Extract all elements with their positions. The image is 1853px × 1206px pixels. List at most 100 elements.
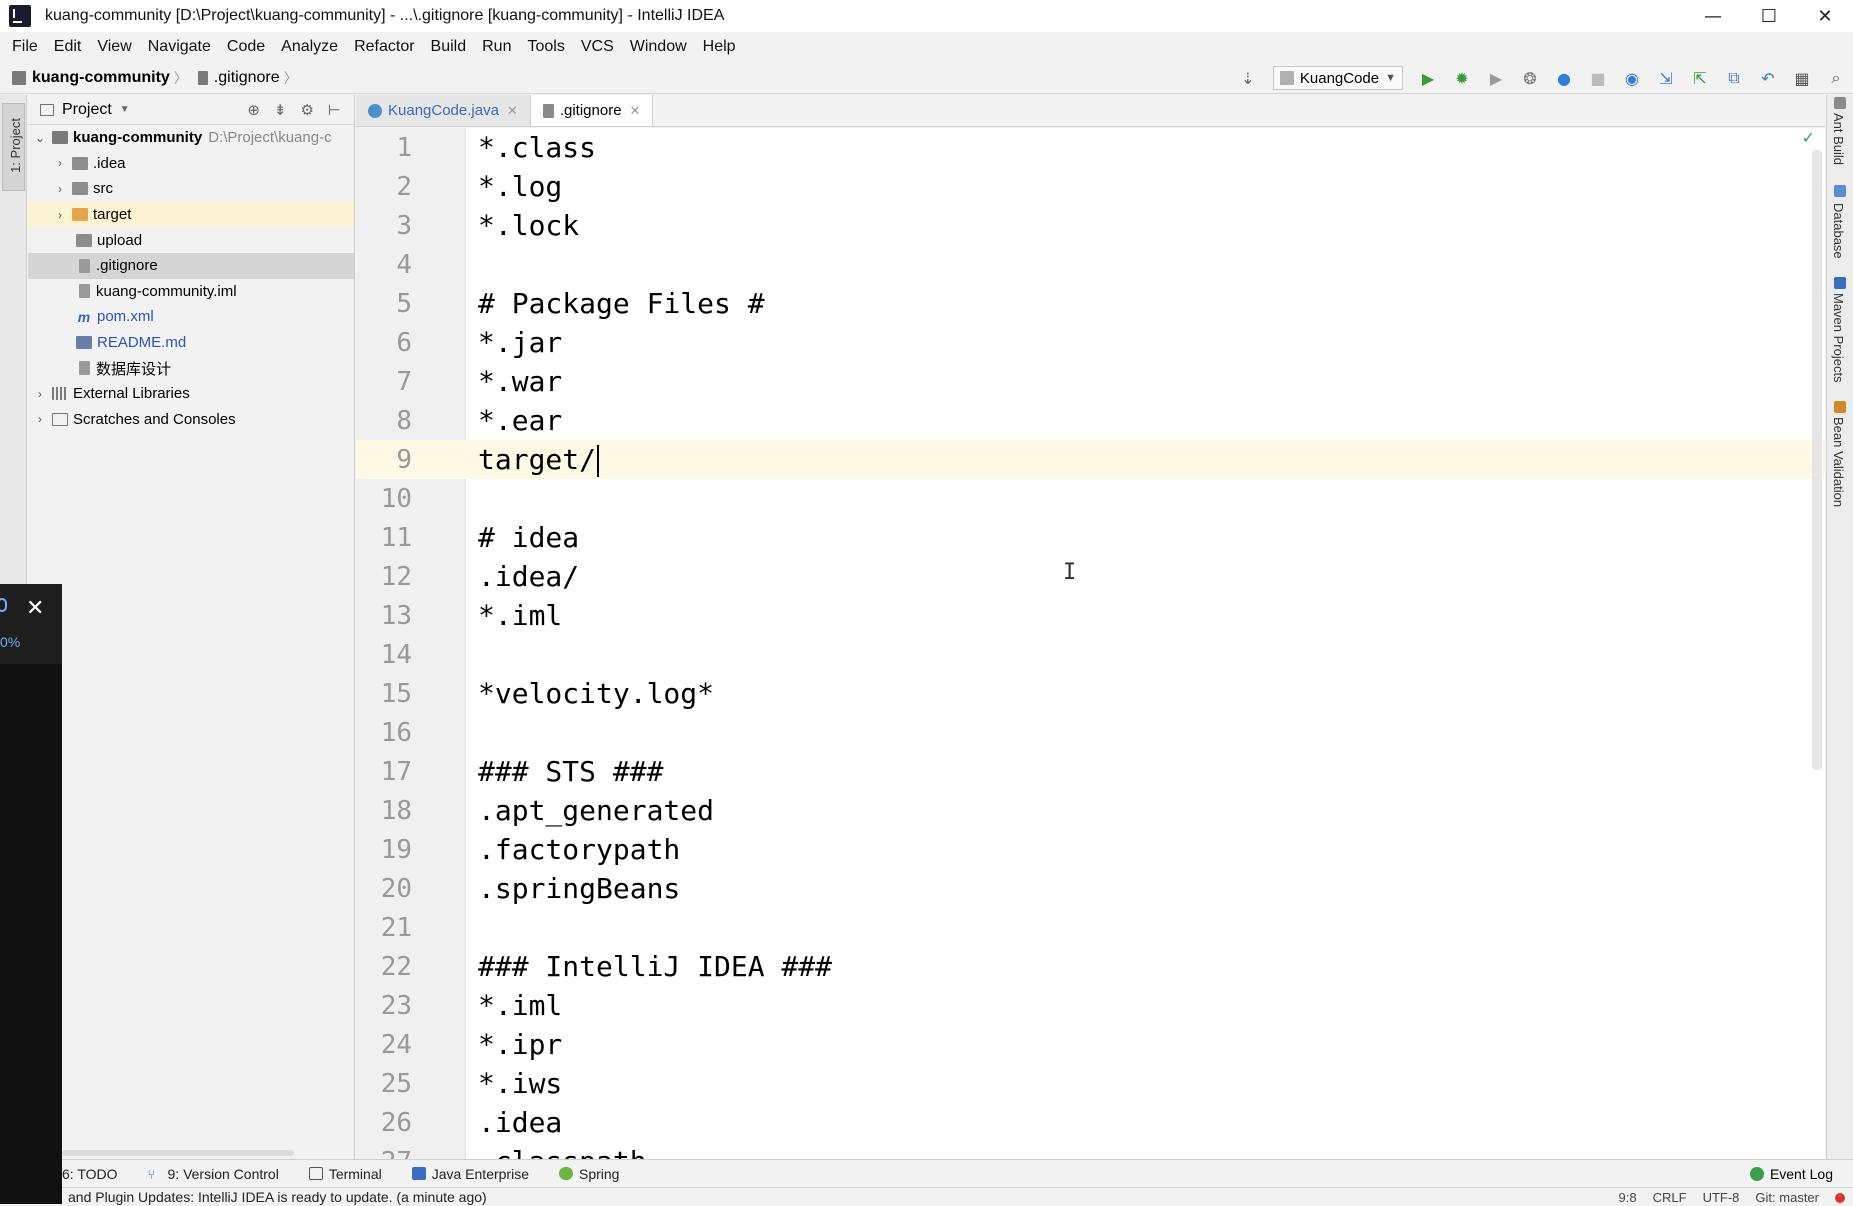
line-text[interactable]: ### IntelliJ IDEA ###: [478, 950, 832, 983]
file-encoding[interactable]: UTF-8: [1703, 1190, 1740, 1205]
code-line[interactable]: 3 *.lock: [356, 206, 1825, 245]
line-text[interactable]: *.ear: [478, 404, 562, 437]
menu-edit[interactable]: Edit: [46, 38, 90, 56]
close-icon[interactable]: ✕: [630, 103, 641, 119]
menu-view[interactable]: View: [89, 38, 139, 56]
run-icon[interactable]: ▶: [1417, 67, 1439, 89]
breadcrumb-project[interactable]: kuang-community: [32, 69, 170, 87]
vcs-update-icon[interactable]: ⇲: [1655, 67, 1677, 89]
stop-icon[interactable]: ■: [1587, 67, 1609, 89]
code-line[interactable]: 4: [356, 245, 1825, 284]
vcs-commit-icon[interactable]: ⇱: [1689, 67, 1711, 89]
code-line[interactable]: 11 # idea: [356, 518, 1825, 557]
run-coverage-icon[interactable]: ▶: [1485, 67, 1507, 89]
git-branch[interactable]: Git: master: [1755, 1190, 1819, 1205]
menu-run[interactable]: Run: [474, 38, 519, 56]
tree-node-upload[interactable]: upload: [28, 227, 354, 253]
menu-analyze[interactable]: Analyze: [273, 38, 346, 56]
tree-node-target[interactable]: › target: [28, 201, 354, 228]
code-line[interactable]: 17 ### STS ###: [356, 752, 1825, 791]
event-log-button[interactable]: Event Log: [1749, 1160, 1833, 1188]
popup-close-button[interactable]: ✕: [26, 596, 44, 621]
error-indicator-icon[interactable]: [1835, 1192, 1845, 1203]
line-text[interactable]: *.iml: [478, 599, 562, 632]
spring-tool-button[interactable]: Spring: [559, 1166, 619, 1182]
ant-build-tab[interactable]: Ant Build: [1831, 113, 1846, 165]
code-line[interactable]: 23 *.iml: [356, 986, 1825, 1025]
code-line[interactable]: 6 *.jar: [356, 323, 1825, 362]
chevron-right-icon[interactable]: ›: [52, 208, 68, 222]
todo-tool-button[interactable]: 6: TODO: [62, 1166, 118, 1182]
line-text[interactable]: .factorypath: [478, 833, 680, 866]
debug-icon[interactable]: ✹: [1451, 67, 1473, 89]
tree-node-external-libraries[interactable]: › External Libraries: [28, 381, 354, 407]
terminal-tool-button[interactable]: Terminal: [308, 1166, 382, 1182]
line-text[interactable]: *.log: [478, 170, 562, 203]
tree-node-kuang-community[interactable]: ⌄ kuang-community D:\Project\kuang-c: [28, 125, 354, 151]
line-text[interactable]: *.iml: [478, 989, 562, 1022]
line-separator[interactable]: CRLF: [1653, 1190, 1687, 1205]
line-text[interactable]: .apt_generated: [478, 794, 714, 827]
code-line[interactable]: 14: [356, 635, 1825, 674]
project-tool-tab[interactable]: 1: Project: [2, 103, 25, 191]
line-text[interactable]: # idea: [478, 521, 579, 554]
close-icon[interactable]: ✕: [507, 103, 518, 119]
minimize-button[interactable]: —: [1685, 0, 1741, 32]
tree-node-pom[interactable]: m pom.xml: [28, 304, 354, 330]
tab-kuangcode-java[interactable]: KuangCode.java ✕: [356, 95, 531, 126]
chevron-right-icon[interactable]: ›: [52, 182, 68, 196]
chevron-right-icon[interactable]: ›: [52, 156, 68, 170]
project-structure-icon[interactable]: ▦: [1791, 67, 1813, 89]
chevron-down-icon[interactable]: ⌄: [32, 131, 48, 145]
menu-code[interactable]: Code: [219, 38, 273, 56]
line-text[interactable]: .springBeans: [478, 872, 680, 905]
line-text[interactable]: *.jar: [478, 326, 562, 359]
inspection-ok-icon[interactable]: ✓: [1802, 128, 1815, 147]
tree-node-scratches[interactable]: › Scratches and Consoles: [28, 407, 354, 433]
code-line[interactable]: 5 # Package Files #: [356, 284, 1825, 323]
menu-help[interactable]: Help: [695, 38, 744, 56]
horizontal-scrollbar[interactable]: [62, 1150, 294, 1156]
code-line[interactable]: 18 .apt_generated: [356, 791, 1825, 830]
tree-node-src[interactable]: › src: [28, 176, 354, 202]
database-tab[interactable]: Database: [1831, 203, 1846, 259]
code-line[interactable]: 13 *.iml: [356, 596, 1825, 635]
line-text[interactable]: *.war: [478, 365, 562, 398]
java-enterprise-tool-button[interactable]: Java Enterprise: [411, 1166, 529, 1182]
update-icon[interactable]: ◉: [1621, 67, 1643, 89]
code-line[interactable]: 9 target/: [356, 440, 1825, 479]
code-line[interactable]: 25 *.iws: [356, 1064, 1825, 1103]
menu-navigate[interactable]: Navigate: [140, 38, 219, 56]
tree-node-iml[interactable]: kuang-community.iml: [28, 279, 354, 305]
code-line[interactable]: 1 *.class: [356, 128, 1825, 167]
code-line[interactable]: 7 *.war: [356, 362, 1825, 401]
tree-node-idea[interactable]: › .idea: [28, 151, 354, 177]
code-line[interactable]: 2 *.log: [356, 167, 1825, 206]
hide-panel-icon[interactable]: ⊢: [328, 101, 341, 119]
caret-position[interactable]: 9:8: [1619, 1190, 1637, 1205]
bean-validation-tab[interactable]: Bean Validation: [1831, 417, 1846, 507]
code-line[interactable]: 19 .factorypath: [356, 830, 1825, 869]
line-text[interactable]: ### STS ###: [478, 755, 663, 788]
tab-gitignore[interactable]: .gitignore ✕: [530, 95, 654, 126]
build-icon[interactable]: ⇣: [1237, 67, 1259, 89]
tree-node-gitignore[interactable]: .gitignore: [28, 252, 354, 279]
line-text[interactable]: .classpath: [478, 1145, 647, 1159]
line-text[interactable]: *velocity.log*: [478, 677, 714, 710]
breadcrumb-file[interactable]: .gitignore: [214, 69, 280, 87]
vcs-revert-icon[interactable]: ↶: [1757, 67, 1779, 89]
chevron-right-icon[interactable]: ›: [32, 387, 48, 401]
tree-node-readme[interactable]: README.md: [28, 330, 354, 356]
menu-vcs[interactable]: VCS: [573, 38, 622, 56]
profile-icon[interactable]: ❂: [1519, 67, 1541, 89]
version-control-tool-button[interactable]: ⑂ 9: Version Control: [148, 1166, 279, 1183]
line-text[interactable]: *.class: [478, 131, 596, 164]
code-editor[interactable]: 1 *.class 2 *.log 3 *.lock 4 5 # Package Files #…: [356, 128, 1825, 1159]
status-message[interactable]: and Plugin Updates: IntelliJ IDEA is rea…: [68, 1189, 487, 1205]
menu-tools[interactable]: Tools: [519, 38, 572, 56]
maven-projects-tab[interactable]: Maven Projects: [1831, 293, 1846, 383]
project-view-selector[interactable]: Project ▼: [40, 101, 130, 119]
line-text[interactable]: *.lock: [478, 209, 579, 242]
line-text[interactable]: # Package Files #: [478, 287, 765, 320]
menu-window[interactable]: Window: [622, 38, 695, 56]
